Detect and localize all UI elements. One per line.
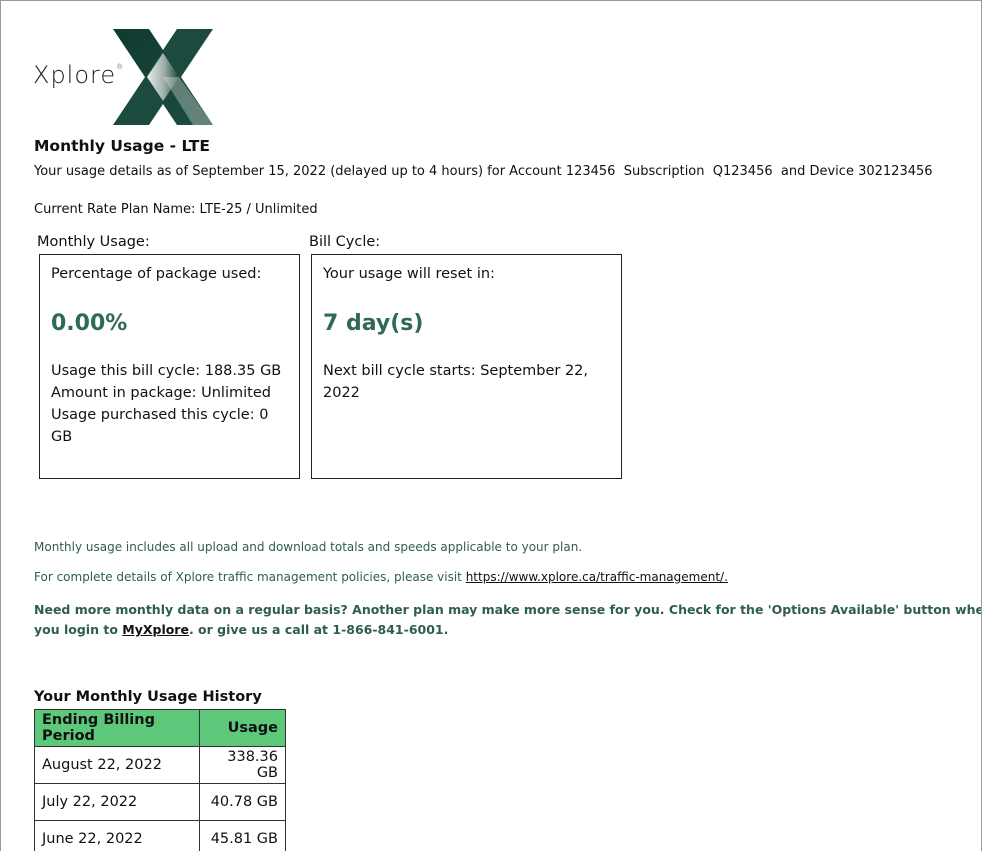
account-number: 123456 (565, 164, 616, 179)
usage-cell: 45.81 GB (199, 820, 286, 851)
column-usage: Usage (199, 709, 286, 747)
amount-in-package: Amount in package: Unlimited (51, 385, 271, 401)
table-header-row: Ending Billing Period Usage (34, 709, 286, 747)
xplore-logo: Xplore® (33, 29, 223, 129)
period-cell: July 22, 2022 (34, 783, 200, 821)
table-row: June 22, 2022 45.81 GB (34, 820, 286, 851)
monthly-usage-label: Monthly Usage: (37, 234, 150, 250)
usage-this-cycle: Usage this bill cycle: 188.35 GB (51, 363, 282, 379)
table-row: August 22, 2022 338.36 GB (34, 746, 286, 784)
x-logo-icon (113, 29, 213, 125)
details-prefix: Your usage details as of September 15, 2… (34, 164, 562, 179)
device-label: and Device (780, 164, 854, 179)
subscription-label: Subscription (623, 164, 705, 179)
page-title: Monthly Usage - LTE (34, 137, 210, 155)
table-row: July 22, 2022 40.78 GB (34, 783, 286, 821)
period-cell: August 22, 2022 (34, 746, 200, 784)
usage-history-title: Your Monthly Usage History (34, 689, 262, 705)
page-frame: Xplore® Monthly Usage - LTE Your usage d… (0, 0, 982, 851)
logo-wordmark: Xplore® (33, 61, 125, 89)
promo-suffix: . or give us a call at 1-866-841-6001. (188, 622, 449, 637)
bill-cycle-box: Your usage will reset in: 7 day(s) Next … (311, 254, 622, 479)
percent-value: 0.00% (51, 311, 128, 336)
usage-cell: 40.78 GB (199, 783, 286, 821)
traffic-note: For complete details of Xplore traffic m… (34, 570, 728, 584)
column-ending-period: Ending Billing Period (34, 709, 200, 747)
reset-label: Your usage will reset in: (323, 266, 495, 282)
device-number: 302123456 (858, 164, 933, 179)
rate-plan-name: Current Rate Plan Name: LTE-25 / Unlimit… (34, 202, 318, 217)
plan-promo: Need more monthly data on a regular basi… (34, 600, 982, 640)
traffic-note-text: For complete details of Xplore traffic m… (34, 570, 462, 584)
reset-value: 7 day(s) (323, 311, 424, 336)
subscription-number: Q123456 (712, 164, 773, 179)
bill-cycle-label: Bill Cycle: (309, 234, 381, 250)
usage-history-table: Ending Billing Period Usage August 22, 2… (34, 709, 286, 851)
percent-label: Percentage of package used: (51, 266, 262, 282)
usage-purchased: Usage purchased this cycle: 0 GB (51, 407, 269, 445)
next-bill-cycle: Next bill cycle starts: September 22, 20… (323, 363, 589, 401)
monthly-usage-box: Percentage of package used: 0.00% Usage … (39, 254, 300, 479)
traffic-management-link[interactable]: https://www.xplore.ca/traffic-management… (466, 570, 728, 584)
usage-details: Your usage details as of September 15, 2… (34, 164, 933, 179)
period-cell: June 22, 2022 (34, 820, 200, 851)
usage-note: Monthly usage includes all upload and do… (34, 540, 583, 554)
myxplore-link[interactable]: MyXplore (122, 622, 189, 637)
usage-cell: 338.36 GB (199, 746, 286, 784)
